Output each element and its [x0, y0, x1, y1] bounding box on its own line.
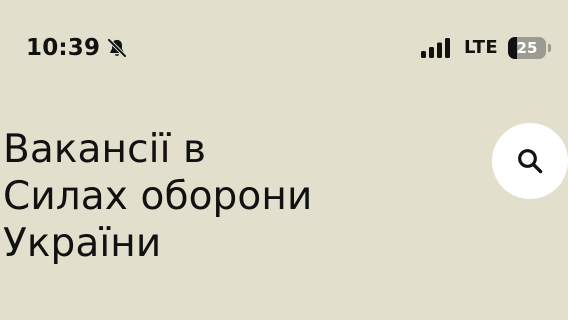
search-button[interactable]	[492, 123, 568, 199]
battery-shell: 25	[507, 37, 546, 59]
battery-tip	[547, 44, 551, 52]
bell-slash-icon	[107, 38, 128, 58]
status-left: 10:39	[26, 34, 128, 62]
page-title: Вакансії в Силах оборони України	[3, 126, 443, 267]
battery-percent: 25	[516, 39, 538, 57]
clock-time: 10:39	[26, 35, 101, 61]
battery-indicator: 25	[507, 37, 552, 59]
status-bar: 10:39 LTE 25	[0, 0, 568, 96]
status-right: LTE 25	[420, 36, 552, 60]
page-title-line-3: України	[3, 221, 162, 266]
page-title-line-2: Силах оборони	[3, 174, 313, 219]
network-type: LTE	[464, 37, 498, 58]
cellular-signal-icon	[421, 38, 450, 58]
page-title-line-1: Вакансії в	[3, 127, 207, 172]
search-icon	[518, 149, 543, 174]
